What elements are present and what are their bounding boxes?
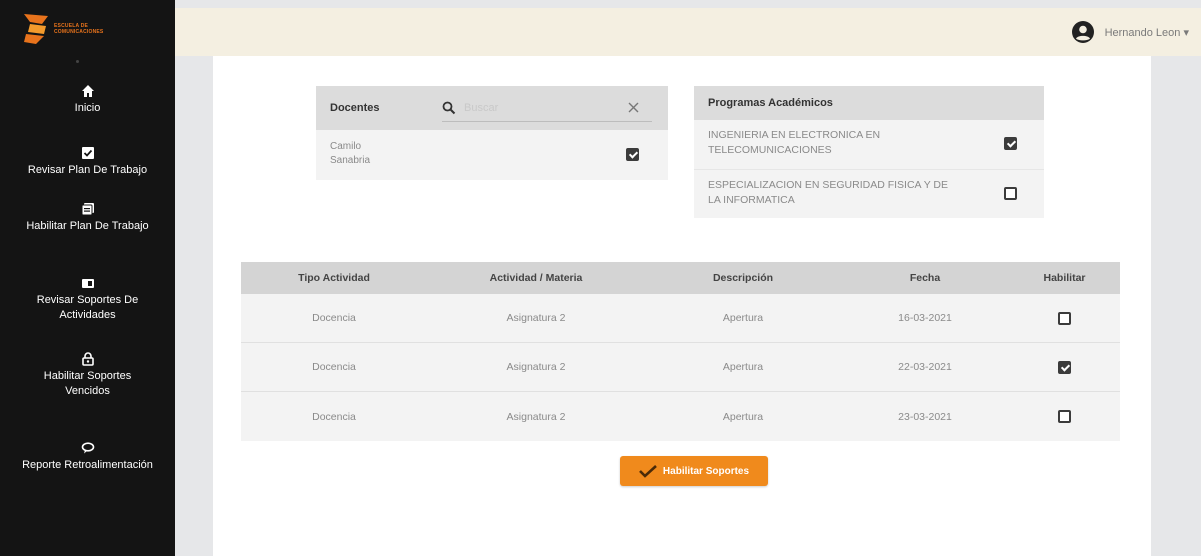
- cell-descripcion: Apertura: [722, 312, 764, 324]
- search-input[interactable]: [464, 101, 604, 114]
- column-header-tipo: Tipo Actividad: [298, 272, 370, 284]
- actividades-table: Tipo Actividad Actividad / Materia Descr…: [241, 262, 1120, 441]
- habilitar-soportes-button[interactable]: Habilitar Soportes: [620, 456, 768, 486]
- topbar: Hernando Leon ▾: [175, 8, 1201, 56]
- table-row: Docencia Asignatura 2 Apertura 22-03-202…: [241, 343, 1120, 392]
- brand-line-2: Comunicaciones: [54, 29, 104, 35]
- programas-title: Programas Académicos: [708, 97, 833, 109]
- cell-fecha: 16-03-2021: [898, 312, 952, 324]
- habilitar-checkbox[interactable]: [1058, 312, 1071, 325]
- checkmark-icon: [639, 464, 657, 478]
- sidebar-item-label: Habilitar Soportes Vencidos: [43, 370, 132, 397]
- document-icon: [81, 202, 95, 216]
- cell-descripcion: Apertura: [722, 361, 764, 373]
- logo-mark-icon: [22, 12, 50, 46]
- docentes-title: Docentes: [330, 102, 380, 114]
- search-icon: [442, 101, 456, 115]
- table-row: Docencia Asignatura 2 Apertura 23-03-202…: [241, 392, 1120, 441]
- programa-checkbox[interactable]: [1004, 137, 1017, 150]
- sidebar-item-label: Revisar Plan De Trabajo: [27, 164, 148, 176]
- cell-tipo: Docencia: [312, 312, 356, 324]
- sidebar-item-habilitar-plan[interactable]: Habilitar Plan De Trabajo: [0, 202, 175, 234]
- sidebar-item-revisar-soportes[interactable]: Revisar Soportes De Actividades: [0, 276, 175, 323]
- user-name: Hernando Leon ▾: [1105, 26, 1189, 39]
- cell-materia: Asignatura 2: [506, 410, 566, 423]
- user-menu[interactable]: Hernando Leon ▾: [1071, 20, 1189, 44]
- docente-row[interactable]: Camilo Sanabria: [316, 130, 668, 180]
- programa-name: ESPECIALIZACION EN SEGURIDAD FISICA Y DE…: [708, 179, 949, 206]
- cell-materia: Asignatura 2: [506, 312, 566, 324]
- programas-panel: Programas Académicos INGENIERIA EN ELECT…: [694, 86, 1044, 218]
- sidebar: Escuela de Comunicaciones Inicio Revisar…: [0, 0, 175, 556]
- cell-descripcion: Apertura: [722, 410, 764, 423]
- folder-icon: [81, 276, 95, 290]
- chevron-down-icon: ▾: [1183, 26, 1189, 39]
- brand-name: Escuela de Comunicaciones: [54, 23, 103, 35]
- programas-header: Programas Académicos: [694, 86, 1044, 120]
- cell-tipo: Docencia: [312, 410, 356, 423]
- user-name-text: Hernando Leon: [1104, 26, 1181, 39]
- checkbox-icon: [81, 146, 95, 160]
- feedback-icon: [81, 441, 95, 455]
- habilitar-checkbox[interactable]: [1058, 410, 1071, 423]
- programa-row[interactable]: ESPECIALIZACION EN SEGURIDAD FISICA Y DE…: [694, 169, 1044, 218]
- column-header-fecha: Fecha: [909, 272, 941, 284]
- sidebar-item-label: Reporte Retroalimentación: [22, 459, 153, 471]
- sidebar-item-label: Habilitar Plan De Trabajo: [26, 220, 149, 232]
- close-icon[interactable]: [627, 101, 640, 114]
- docentes-search: [442, 94, 652, 122]
- docentes-header: Docentes: [316, 86, 668, 130]
- sidebar-item-habilitar-soportes[interactable]: Habilitar Soportes Vencidos: [0, 352, 175, 399]
- habilitar-checkbox[interactable]: [1058, 361, 1071, 374]
- sidebar-item-reporte[interactable]: Reporte Retroalimentación: [0, 441, 175, 473]
- programa-checkbox[interactable]: [1004, 187, 1017, 200]
- cell-fecha: 22-03-2021: [898, 361, 952, 373]
- docente-name: Camilo Sanabria: [330, 141, 371, 166]
- table-header: Tipo Actividad Actividad / Materia Descr…: [241, 262, 1120, 294]
- programa-name: INGENIERIA EN ELECTRONICA EN TELECOMUNIC…: [708, 129, 881, 156]
- cell-fecha: 23-03-2021: [898, 410, 952, 423]
- sidebar-item-label: Inicio: [74, 102, 101, 114]
- lock-icon: [81, 352, 95, 366]
- column-header-habilitar: Habilitar: [1043, 272, 1086, 284]
- table-row: Docencia Asignatura 2 Apertura 16-03-202…: [241, 294, 1120, 343]
- brand-logo[interactable]: Escuela de Comunicaciones: [22, 12, 142, 46]
- sidebar-item-inicio[interactable]: Inicio: [0, 84, 175, 116]
- sidebar-item-label: Revisar Soportes De Actividades: [36, 294, 139, 321]
- column-header-descripcion: Descripción: [712, 272, 774, 284]
- cell-materia: Asignatura 2: [506, 361, 566, 373]
- user-avatar-icon: [1071, 20, 1095, 44]
- habilitar-soportes-label: Habilitar Soportes: [662, 465, 750, 477]
- docente-checkbox[interactable]: [626, 148, 639, 161]
- divider-dot: [76, 60, 79, 63]
- sidebar-item-revisar-plan[interactable]: Revisar Plan De Trabajo: [0, 146, 175, 178]
- programa-row[interactable]: INGENIERIA EN ELECTRONICA EN TELECOMUNIC…: [694, 120, 1044, 169]
- cell-tipo: Docencia: [312, 361, 356, 373]
- home-icon: [81, 84, 95, 98]
- column-header-materia: Actividad / Materia: [489, 272, 583, 284]
- docentes-panel: Docentes Camilo Sanabria: [316, 86, 668, 180]
